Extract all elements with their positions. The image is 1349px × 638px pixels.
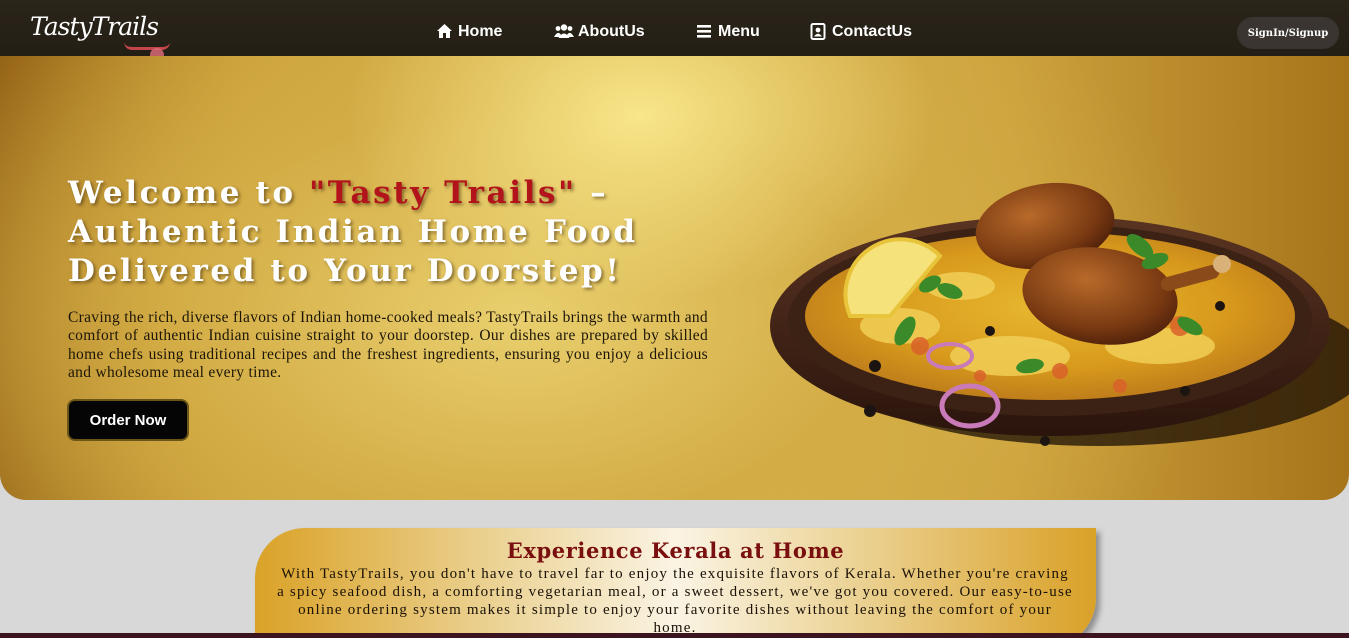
bottom-strip [0, 633, 1349, 638]
logo-text: TastyTrails [30, 12, 159, 41]
nav-contact-label: ContactUs [832, 23, 913, 40]
nav-menu[interactable]: Menu [696, 20, 810, 44]
menu-icon [696, 23, 714, 41]
nav-home-label: Home [458, 23, 503, 40]
order-now-button[interactable]: Order Now [67, 399, 189, 441]
contact-card-icon [810, 23, 828, 41]
hero-section: Welcome to "Tasty Trails" – Authentic In… [0, 56, 1349, 500]
nav-links: Home AboutUs Menu ContactUs [436, 20, 930, 44]
navbar: TastyTrails Home AboutUs Menu ContactUs … [0, 0, 1349, 64]
hero-title-brand: "Tasty Trails" [309, 175, 577, 211]
hero-title-prefix: Welcome to [68, 175, 310, 211]
kerala-text: With TastyTrails, you don't have to trav… [277, 566, 1073, 636]
kerala-card: Experience Kerala at Home With TastyTrai… [255, 528, 1096, 638]
kerala-title: Experience Kerala at Home [506, 538, 845, 563]
nav-about[interactable]: AboutUs [554, 20, 696, 44]
nav-about-label: AboutUs [578, 23, 645, 40]
nav-menu-label: Menu [718, 23, 760, 40]
logo[interactable]: TastyTrails [30, 12, 170, 62]
signin-button[interactable]: SignIn/Signup [1237, 17, 1339, 49]
nav-home[interactable]: Home [436, 20, 554, 44]
logo-swash [124, 42, 170, 50]
biryani-plate-image [770, 182, 1349, 446]
users-icon [554, 23, 574, 41]
hero-title: Welcome to "Tasty Trails" – Authentic In… [68, 174, 688, 291]
nav-contact[interactable]: ContactUs [810, 20, 930, 44]
hero-description: Craving the rich, diverse flavors of Ind… [68, 309, 708, 381]
home-icon [436, 23, 454, 41]
